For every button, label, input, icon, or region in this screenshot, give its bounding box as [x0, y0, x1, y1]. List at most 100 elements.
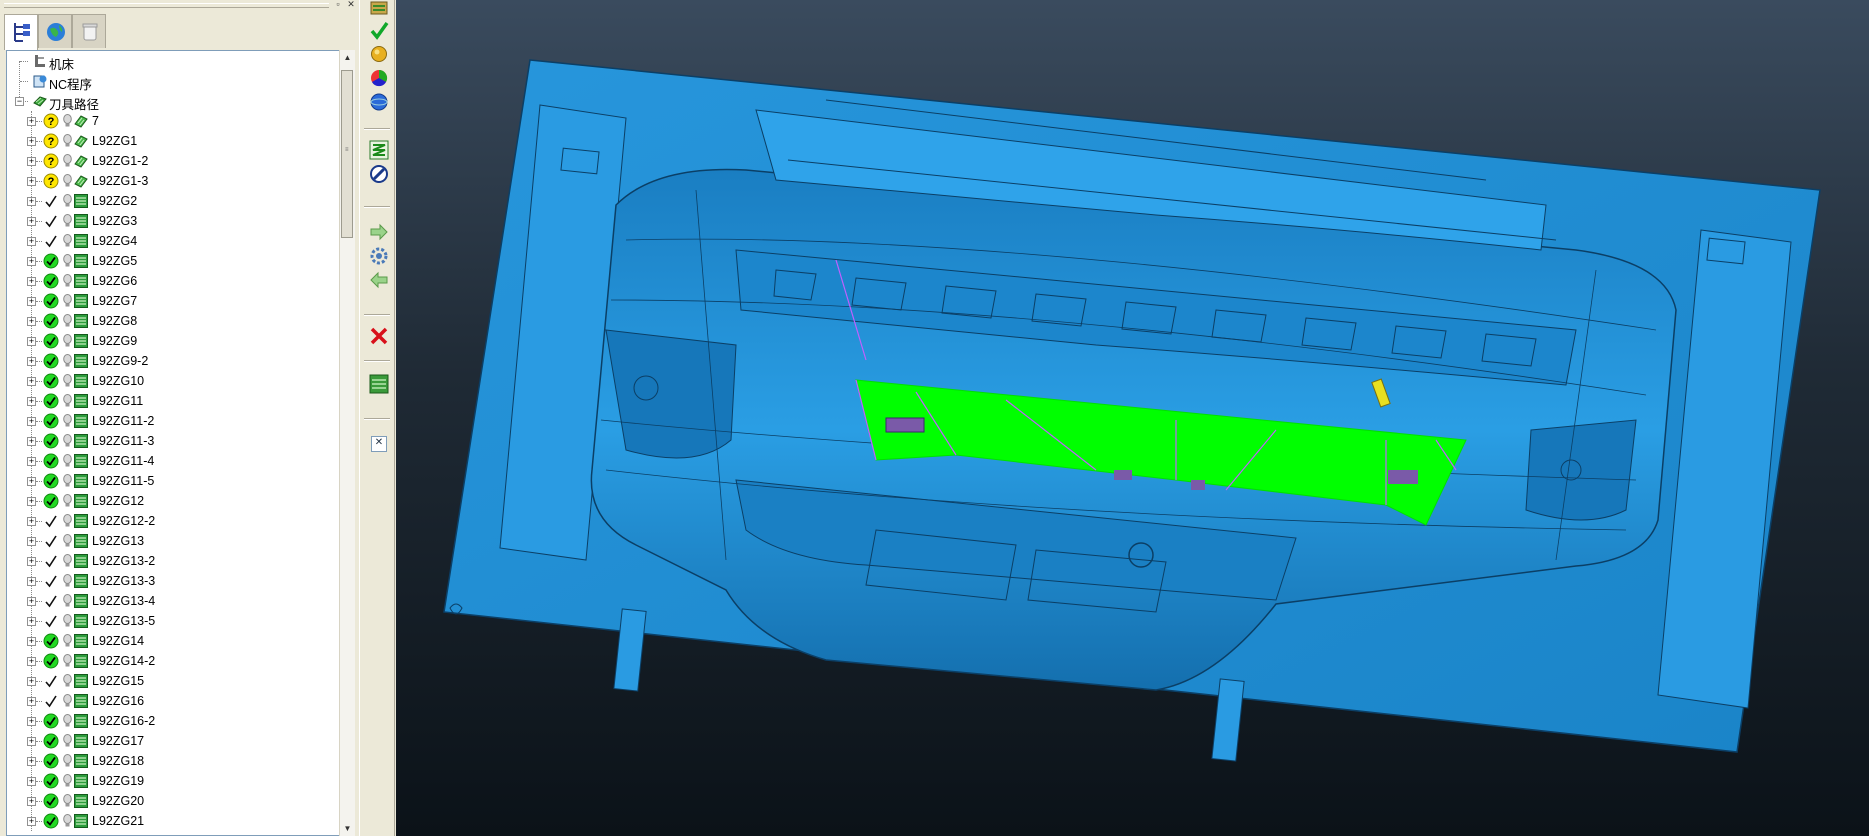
toolpath-status-check-icon[interactable]: [43, 193, 59, 209]
expand-icon[interactable]: +: [27, 357, 36, 366]
toolpath-row[interactable]: + L92ZG11-5: [7, 471, 337, 491]
settings-button[interactable]: [369, 246, 389, 266]
toolpath-status-done-icon[interactable]: [43, 473, 59, 489]
tab-globe[interactable]: [38, 14, 72, 48]
toolpath-row[interactable]: + L92ZG12: [7, 491, 337, 511]
lightbulb-icon[interactable]: [63, 694, 72, 708]
lightbulb-icon[interactable]: [63, 574, 72, 588]
collapse-icon[interactable]: −: [15, 97, 24, 106]
expand-icon[interactable]: +: [27, 197, 36, 206]
color-button[interactable]: [369, 68, 389, 88]
lightbulb-icon[interactable]: [63, 794, 72, 808]
lightbulb-icon[interactable]: [63, 814, 72, 828]
expand-icon[interactable]: +: [27, 137, 36, 146]
lightbulb-icon[interactable]: [63, 714, 72, 728]
toolpath-status-check-icon[interactable]: [43, 593, 59, 609]
toolpath-status-check-icon[interactable]: [43, 693, 59, 709]
toolpath-status-done-icon[interactable]: [43, 273, 59, 289]
previous-button[interactable]: [369, 270, 389, 290]
toolpath-row[interactable]: + L92ZG12-2: [7, 511, 337, 531]
toolpath-row[interactable]: + L92ZG16-2: [7, 711, 337, 731]
toolpath-status-done-icon[interactable]: [43, 713, 59, 729]
toolpath-status-done-icon[interactable]: [43, 493, 59, 509]
expand-icon[interactable]: +: [27, 557, 36, 566]
expand-icon[interactable]: +: [27, 117, 36, 126]
toolpath-status-check-icon[interactable]: [43, 573, 59, 589]
toolpath-status-done-icon[interactable]: [43, 753, 59, 769]
toolpath-status-unknown-icon[interactable]: ?: [43, 113, 59, 129]
expand-icon[interactable]: +: [27, 677, 36, 686]
lightbulb-icon[interactable]: [63, 434, 72, 448]
toolpath-status-done-icon[interactable]: [43, 333, 59, 349]
lightbulb-icon[interactable]: [63, 274, 72, 288]
tab-recycle-bin[interactable]: [72, 14, 106, 48]
toolpath-row[interactable]: + L92ZG13: [7, 531, 337, 551]
scroll-up-button[interactable]: ▲: [340, 50, 355, 65]
expand-icon[interactable]: +: [27, 777, 36, 786]
scroll-thumb[interactable]: ≡: [341, 70, 353, 238]
expand-icon[interactable]: +: [27, 697, 36, 706]
toolpath-row[interactable]: + L92ZG4: [7, 231, 337, 251]
expand-icon[interactable]: +: [27, 517, 36, 526]
expand-icon[interactable]: +: [27, 457, 36, 466]
expand-icon[interactable]: +: [27, 297, 36, 306]
toolpath-status-unknown-icon[interactable]: ?: [43, 173, 59, 189]
toolpath-row[interactable]: + L92ZG15: [7, 671, 337, 691]
expand-icon[interactable]: +: [27, 717, 36, 726]
toolpath-status-check-icon[interactable]: [43, 533, 59, 549]
expand-icon[interactable]: +: [27, 617, 36, 626]
expand-icon[interactable]: +: [27, 497, 36, 506]
expand-icon[interactable]: +: [27, 577, 36, 586]
lightbulb-icon[interactable]: [63, 194, 72, 208]
toolpath-status-check-icon[interactable]: [43, 673, 59, 689]
toolpath-status-done-icon[interactable]: [43, 353, 59, 369]
toolpath-status-done-icon[interactable]: [43, 813, 59, 829]
expand-icon[interactable]: +: [27, 237, 36, 246]
toolpath-status-check-icon[interactable]: [43, 233, 59, 249]
expand-icon[interactable]: +: [27, 217, 36, 226]
scroll-down-button[interactable]: ▼: [340, 821, 355, 836]
toolpath-row[interactable]: + L92ZG9-2: [7, 351, 337, 371]
expand-icon[interactable]: +: [27, 177, 36, 186]
toolpath-row[interactable]: + L92ZG11-4: [7, 451, 337, 471]
toolpath-status-done-icon[interactable]: [43, 793, 59, 809]
expand-icon[interactable]: +: [27, 757, 36, 766]
toolpath-status-done-icon[interactable]: [43, 413, 59, 429]
toolpath-row[interactable]: + L92ZG21: [7, 811, 337, 831]
lightbulb-icon[interactable]: [63, 594, 72, 608]
tree-root-toolpaths[interactable]: − 刀具路径: [7, 91, 337, 112]
toolpath-list-button[interactable]: [369, 374, 389, 394]
expand-icon[interactable]: +: [27, 817, 36, 826]
toolpath-status-done-icon[interactable]: [43, 633, 59, 649]
lightbulb-icon[interactable]: [63, 154, 72, 168]
lightbulb-icon[interactable]: [63, 754, 72, 768]
toolpath-row[interactable]: + L92ZG14: [7, 631, 337, 651]
lightbulb-icon[interactable]: [63, 114, 72, 128]
toolpath-row[interactable]: + L92ZG13-5: [7, 611, 337, 631]
restore-button[interactable]: ▫: [333, 0, 343, 9]
toolpath-status-unknown-icon[interactable]: ?: [43, 133, 59, 149]
toolpath-row[interactable]: +? L92ZG1: [7, 131, 337, 151]
toolpath-row[interactable]: + L92ZG17: [7, 731, 337, 751]
lightbulb-icon[interactable]: [63, 374, 72, 388]
lightbulb-icon[interactable]: [63, 774, 72, 788]
edit-toolpath-button[interactable]: [369, 164, 389, 184]
toolpath-row[interactable]: + L92ZG11: [7, 391, 337, 411]
lightbulb-icon[interactable]: [63, 294, 72, 308]
toolpath-row[interactable]: + L92ZG10: [7, 371, 337, 391]
toolpath-row[interactable]: + L92ZG6: [7, 271, 337, 291]
tree-scrollbar[interactable]: ▲ ≡ ▼: [339, 50, 355, 836]
lightbulb-icon[interactable]: [63, 334, 72, 348]
expand-icon[interactable]: +: [27, 637, 36, 646]
tree-root-nc-programs[interactable]: NC程序: [7, 71, 337, 92]
expand-icon[interactable]: +: [27, 277, 36, 286]
toolpath-status-done-icon[interactable]: [43, 393, 59, 409]
lightbulb-icon[interactable]: [63, 414, 72, 428]
expand-icon[interactable]: +: [27, 417, 36, 426]
toolpath-status-done-icon[interactable]: [43, 653, 59, 669]
lightbulb-icon[interactable]: [63, 634, 72, 648]
lightbulb-icon[interactable]: [63, 134, 72, 148]
lightbulb-icon[interactable]: [63, 394, 72, 408]
toolpath-row[interactable]: + L92ZG11-3: [7, 431, 337, 451]
toolpath-row[interactable]: + L92ZG5: [7, 251, 337, 271]
